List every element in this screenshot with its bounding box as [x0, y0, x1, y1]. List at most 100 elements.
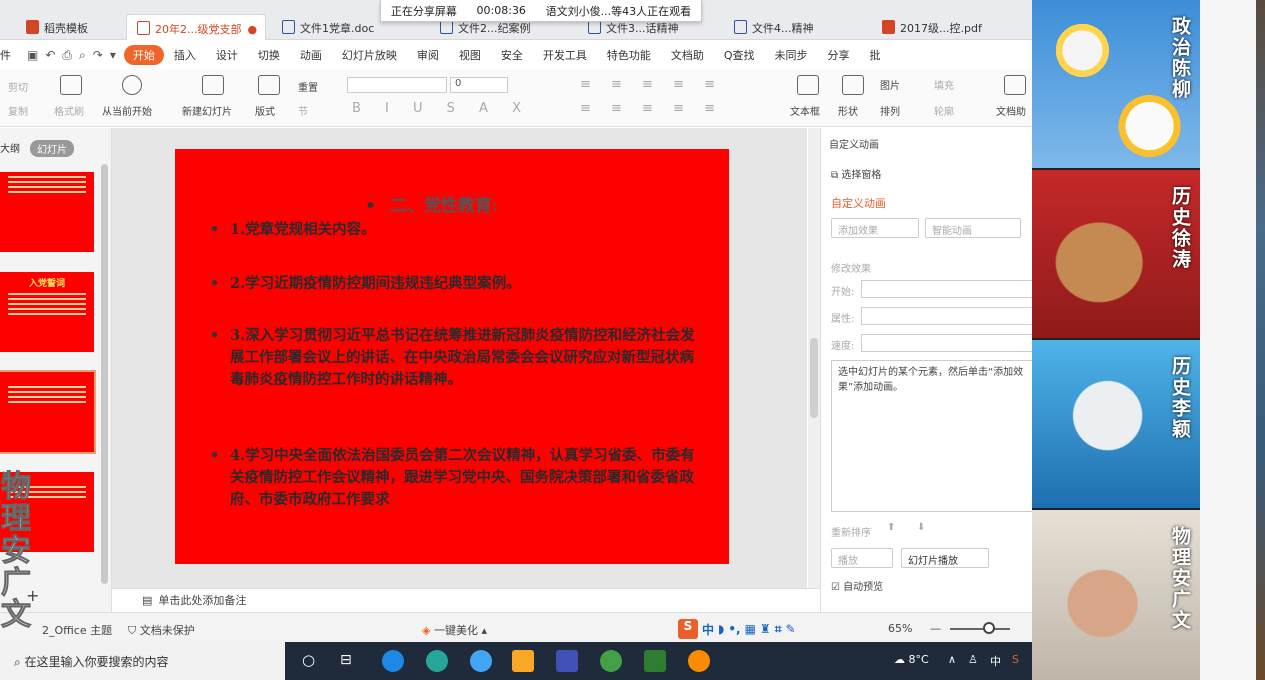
new-slide-button[interactable]: 新建幻灯片: [182, 103, 232, 118]
slide-thumbnail-selected[interactable]: [0, 370, 96, 454]
edge-icon[interactable]: [382, 650, 404, 672]
menu-special[interactable]: 特色功能: [597, 47, 661, 63]
zoom-slider-handle[interactable]: [983, 622, 995, 634]
task-view-icon[interactable]: ⊟: [336, 650, 358, 672]
auto-preview-checkbox[interactable]: ☑ 自动预览: [831, 578, 883, 593]
input-method-bar[interactable]: S 中 ◗ •, ▦ ♜ ⌗ ✎: [678, 619, 796, 639]
canvas-scrollbar[interactable]: [808, 128, 820, 588]
layout-icon[interactable]: [258, 75, 280, 95]
layout-button[interactable]: 版式: [255, 103, 275, 118]
menu-design[interactable]: 设计: [206, 47, 248, 63]
doc-assist-button[interactable]: 文档助: [996, 103, 1026, 118]
video-tile[interactable]: 历史徐涛: [1032, 170, 1200, 338]
paragraph-buttons[interactable]: ≡ ≡ ≡ ≡ ≡: [580, 77, 723, 92]
menu-insert[interactable]: 插入: [164, 47, 206, 63]
menu-view[interactable]: 视图: [449, 47, 491, 63]
textbox-icon[interactable]: [797, 75, 819, 95]
menu-animation[interactable]: 动画: [290, 47, 332, 63]
menu-transition[interactable]: 切换: [248, 47, 290, 63]
thumbnail-scrollbar[interactable]: [101, 164, 108, 584]
file-explorer-icon[interactable]: [512, 650, 534, 672]
slide-bullet[interactable]: 3.深入学习贯彻习近平总书记在统筹推进新冠肺炎疫情防控和经济社会发展工作部署会议…: [210, 325, 700, 391]
picture-button[interactable]: 图片: [880, 77, 900, 92]
select-pane-button[interactable]: ⧉ 选择窗格: [831, 166, 881, 181]
menu-developer[interactable]: 开发工具: [533, 47, 597, 63]
tab-outline[interactable]: 大纲: [0, 140, 20, 155]
slide-bullet[interactable]: 2.学习近期疫情防控期间违规违纪典型案例。: [210, 273, 700, 295]
shape-button[interactable]: 形状: [838, 103, 858, 118]
notes-placeholder[interactable]: ▤ 单击此处添加备注: [112, 588, 820, 612]
app-icon[interactable]: [688, 650, 710, 672]
play-from-current-button[interactable]: 从当前开始: [102, 103, 152, 118]
slide-thumbnail[interactable]: 入党誓词: [0, 272, 94, 352]
menu-review[interactable]: 审阅: [407, 47, 449, 63]
font-name-field[interactable]: [347, 77, 447, 93]
slide-bullet[interactable]: 4.学习中央全面依法治国委员会第二次会议精神，认真学习省委、市委有关疫情防控工作…: [210, 445, 700, 511]
meeting-app-icon[interactable]: [644, 650, 666, 672]
play-button[interactable]: 播放: [831, 548, 893, 568]
copy-button[interactable]: 复制: [8, 103, 28, 118]
video-tile[interactable]: 物理安广文: [1032, 510, 1200, 680]
property-dropdown[interactable]: [861, 307, 1033, 325]
redo-icon[interactable]: ↷: [93, 48, 103, 63]
ie-icon[interactable]: [470, 650, 492, 672]
doc-assist-icon[interactable]: [1004, 75, 1026, 95]
undo-icon[interactable]: ↶: [45, 48, 55, 63]
tab-file1[interactable]: 文件1党章.doc: [272, 14, 384, 40]
video-tile[interactable]: 政治陈柳: [1032, 0, 1200, 168]
cut-button[interactable]: 剪切: [8, 79, 28, 94]
animation-list[interactable]: 选中幻灯片的某个元素，然后单击“添加效果”添加动画。: [831, 360, 1033, 512]
menu-search[interactable]: Q查找: [714, 47, 765, 63]
wechat-icon[interactable]: [600, 650, 622, 672]
video-tile[interactable]: 历史李颖: [1032, 340, 1200, 508]
zoom-level[interactable]: 65%: [888, 622, 912, 635]
share-button[interactable]: 分享: [818, 47, 860, 63]
smart-animation-button[interactable]: 智能动画: [925, 218, 1021, 238]
textbox-button[interactable]: 文本框: [790, 103, 820, 118]
paste-icon[interactable]: [60, 75, 82, 95]
browser-icon[interactable]: [426, 650, 448, 672]
outline-button[interactable]: 轮廓: [934, 103, 954, 118]
tray-language[interactable]: 中: [990, 653, 1001, 669]
weather-widget[interactable]: ☁ 8°C: [894, 653, 929, 666]
format-painter-button[interactable]: 格式刷: [54, 103, 84, 118]
tab-docer-templates[interactable]: 稻壳模板: [16, 14, 98, 40]
slide-title[interactable]: 二、党性教育:: [365, 191, 498, 216]
slide-bullet[interactable]: 1.党章党规相关内容。: [210, 219, 700, 241]
reset-button[interactable]: 重置: [298, 79, 318, 94]
section-button[interactable]: 节: [298, 103, 308, 118]
new-slide-icon[interactable]: [202, 75, 224, 95]
tab-slides[interactable]: 幻灯片: [30, 140, 74, 157]
menu-home[interactable]: 开始: [123, 45, 164, 65]
preview-icon[interactable]: ⌕: [79, 48, 86, 63]
current-slide[interactable]: 二、党性教育: 1.党章党规相关内容。 2.学习近期疫情防控期间违规违纪典型案例…: [175, 149, 729, 564]
arrange-button[interactable]: 排列: [880, 103, 900, 118]
pane-header[interactable]: 自定义动画: [829, 136, 879, 151]
add-effect-button[interactable]: 添加效果: [831, 218, 919, 238]
beautify-button[interactable]: ◈ 一键美化 ▴: [422, 622, 487, 638]
font-style-buttons[interactable]: B I U S A X: [352, 101, 531, 116]
tab-pdf[interactable]: 2017级...控.pdf: [872, 14, 992, 40]
move-up-icon[interactable]: ⬆: [887, 522, 895, 533]
zoom-out-icon[interactable]: —: [930, 622, 941, 635]
font-size-field[interactable]: 0: [450, 77, 508, 93]
sync-status[interactable]: 未同步: [765, 47, 818, 63]
zoom-slider-track[interactable]: [950, 628, 1010, 630]
sogou-tray-icon[interactable]: S: [1012, 653, 1019, 666]
start-dropdown[interactable]: [861, 280, 1033, 298]
document-protection-status[interactable]: ⛉ 文档未保护: [128, 622, 195, 638]
tab-file4[interactable]: 文件4...精神: [724, 14, 824, 40]
menu-file[interactable]: 件: [0, 47, 19, 63]
print-icon[interactable]: ⎙: [62, 48, 72, 63]
move-down-icon[interactable]: ⬇: [917, 522, 925, 533]
cortana-icon[interactable]: ○: [298, 650, 320, 672]
taskbar-search[interactable]: ⌕ 在这里输入你要搜索的内容: [0, 642, 285, 680]
tab-current-presentation[interactable]: 20年2...级党支部 ●: [126, 14, 266, 40]
save-icon[interactable]: ▣: [27, 48, 38, 63]
play-icon[interactable]: [122, 75, 142, 95]
slide-thumbnail[interactable]: [0, 172, 94, 252]
tray-icon[interactable]: ♙: [968, 653, 978, 666]
shape-icon[interactable]: [842, 75, 864, 95]
slideshow-button[interactable]: 幻灯片播放: [901, 548, 989, 568]
chevron-down-icon[interactable]: ▾: [110, 48, 116, 63]
